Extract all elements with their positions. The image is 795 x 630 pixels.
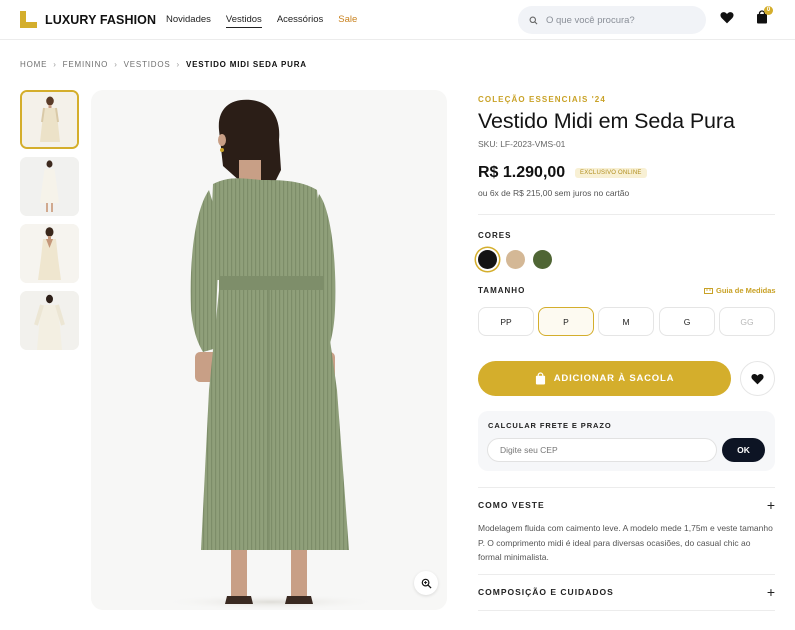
site-header: LUXURY FASHION Novidades Vestidos Acessó…: [0, 0, 795, 40]
product-price: R$ 1.290,00: [478, 164, 566, 181]
size-guide-label: Guia de Medidas: [716, 286, 776, 295]
divider: [478, 610, 775, 611]
shipping-calculator: CALCULAR FRETE E PRAZO OK: [478, 411, 775, 471]
cep-ok-button[interactable]: OK: [722, 438, 765, 462]
accordion-como-veste[interactable]: COMO VESTE +: [478, 498, 775, 512]
nav-sale[interactable]: Sale: [338, 14, 357, 28]
divider: [478, 574, 775, 575]
divider: [478, 214, 775, 215]
ruler-icon: [704, 287, 713, 294]
product-photo: [161, 99, 381, 610]
add-to-bag-label: ADICIONAR À SACOLA: [553, 373, 675, 384]
size-option-p[interactable]: P: [538, 307, 594, 336]
zoom-in-icon: [421, 578, 432, 589]
search-input[interactable]: [546, 14, 696, 26]
color-swatch-olive[interactable]: [533, 250, 552, 269]
breadcrumb-chevron-icon: ›: [53, 60, 57, 69]
thumbnail-image: [20, 224, 79, 283]
size-option-m[interactable]: M: [598, 307, 654, 336]
nav-acessorios[interactable]: Acessórios: [277, 14, 323, 28]
size-option-g[interactable]: G: [659, 307, 715, 336]
installments-text: ou 6x de R$ 215,00 sem juros no cartão: [478, 188, 630, 198]
breadcrumb-chevron-icon: ›: [114, 60, 118, 69]
exclusive-online-badge: EXCLUSIVO ONLINE: [575, 168, 647, 178]
cart-button[interactable]: 0: [756, 6, 773, 29]
colors-label: CORES: [478, 231, 512, 240]
logo-icon: [20, 11, 37, 28]
breadcrumb-current: VESTIDO MIDI SEDA PURA: [185, 60, 307, 69]
search-icon: [529, 16, 538, 24]
collection-label: COLEÇÃO ESSENCIAIS '24: [478, 95, 606, 104]
wishlist-button[interactable]: [720, 11, 734, 29]
accordion-title: COMO VESTE: [478, 500, 545, 510]
breadcrumb-feminino[interactable]: FEMININO: [63, 60, 109, 69]
product-thumbnail-3[interactable]: [20, 224, 79, 283]
main-product-image: [91, 90, 447, 610]
color-swatch-black[interactable]: [478, 250, 497, 269]
zoom-button[interactable]: [414, 571, 438, 595]
thumbnail-image: [22, 92, 77, 147]
size-option-pp[interactable]: PP: [478, 307, 534, 336]
cep-input[interactable]: [487, 438, 717, 462]
nav-novidades[interactable]: Novidades: [166, 14, 211, 28]
search-bar[interactable]: [518, 6, 706, 34]
thumbnail-image: [20, 291, 79, 350]
favorite-button[interactable]: [740, 361, 775, 396]
size-label: TAMANHO: [478, 286, 526, 295]
shipping-label: CALCULAR FRETE E PRAZO: [488, 421, 612, 430]
breadcrumb-vestidos[interactable]: VESTIDOS: [124, 60, 171, 69]
color-swatch-beige[interactable]: [506, 250, 525, 269]
brand-name: LUXURY FASHION: [45, 12, 157, 27]
breadcrumb: HOME › FEMININO › VESTIDOS › VESTIDO MID…: [20, 60, 307, 69]
size-guide-link[interactable]: Guia de Medidas: [704, 286, 776, 295]
product-title: Vestido Midi em Seda Pura: [478, 109, 735, 133]
size-option-gg[interactable]: GG: [719, 307, 775, 336]
product-thumbnail-4[interactable]: [20, 291, 79, 350]
divider: [478, 487, 775, 488]
shopping-bag-icon: [535, 372, 545, 385]
brand-logo[interactable]: LUXURY FASHION: [20, 11, 156, 28]
accordion-body: Modelagem fluida com caimento leve. A mo…: [478, 523, 773, 562]
breadcrumb-home[interactable]: HOME: [20, 60, 47, 69]
main-nav: Novidades Vestidos Acessórios Sale: [166, 14, 357, 28]
breadcrumb-chevron-icon: ›: [176, 60, 180, 69]
cart-count-badge: 0: [764, 6, 773, 15]
heart-icon: [720, 12, 734, 24]
nav-vestidos[interactable]: Vestidos: [225, 14, 262, 28]
product-sku: SKU: LF-2023-VMS-01: [478, 139, 566, 149]
product-thumbnail-2[interactable]: [20, 157, 79, 216]
plus-icon: +: [766, 497, 775, 513]
accordion-title: COMPOSIÇÃO E CUIDADOS: [478, 587, 614, 597]
plus-icon: +: [766, 584, 775, 600]
product-thumbnail-1[interactable]: [20, 90, 79, 149]
accordion-composicao[interactable]: COMPOSIÇÃO E CUIDADOS +: [478, 585, 775, 599]
heart-icon: [751, 373, 764, 384]
thumbnail-image: [20, 157, 79, 216]
add-to-bag-button[interactable]: ADICIONAR À SACOLA: [478, 361, 731, 396]
